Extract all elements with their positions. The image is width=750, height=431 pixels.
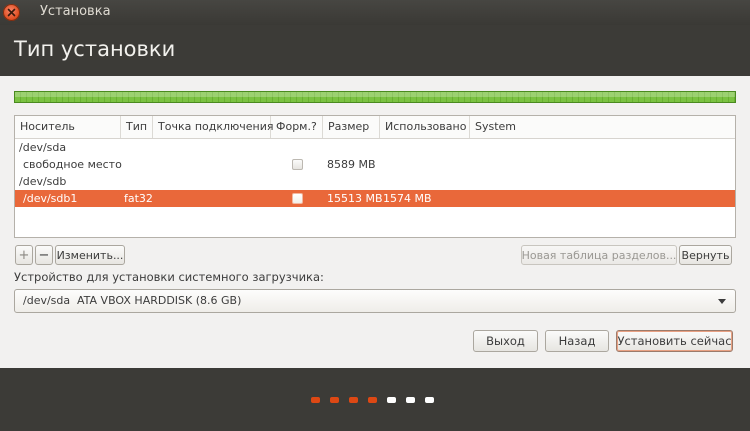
step-dot-pending [425,397,434,403]
bootloader-device-description: ATA VBOX HARDDISK (8.6 GB) [77,294,242,307]
step-dot-completed [330,397,339,403]
step-dot-pending [406,397,415,403]
window-titlebar: Установка [0,0,750,25]
step-dot-pending [387,397,396,403]
table-row[interactable]: свободное место 8589 MB [15,156,735,173]
row-device: /dev/sda [19,141,67,154]
back-button[interactable]: Назад [545,330,609,352]
step-dot-completed [349,397,358,403]
page-header: Тип установки [0,25,750,76]
main-content: Носитель Тип Точка подключения Форм.? Ра… [0,76,750,368]
row-device: /dev/sdb [19,175,67,188]
bootloader-label: Устройство для установки системного загр… [14,270,324,284]
row-used: 1574 MB [383,192,432,205]
column-header-mount[interactable]: Точка подключения [153,116,274,138]
remove-partition-button[interactable]: − [35,245,53,265]
change-partition-button[interactable]: Изменить... [55,245,125,265]
add-partition-button[interactable]: + [15,245,33,265]
row-size: 8589 MB [327,158,376,171]
row-size: 15513 MB [327,192,383,205]
column-header-used[interactable]: Использовано [380,116,470,138]
revert-button[interactable]: Вернуть [679,245,732,265]
chevron-down-icon [718,299,726,304]
window-title: Установка [40,4,111,19]
progress-bar [14,91,736,103]
bootloader-device-select[interactable]: /dev/sda ATA VBOX HARDDISK (8.6 GB) [14,289,736,313]
column-header-type[interactable]: Тип [121,116,153,138]
table-row[interactable]: /dev/sda [15,139,735,156]
page-title: Тип установки [14,37,176,61]
format-checkbox[interactable] [292,159,303,170]
table-row-selected[interactable]: /dev/sdb1 fat32 15513 MB 1574 MB [15,190,735,207]
step-dot-completed [368,397,377,403]
step-dot-completed [311,397,320,403]
column-header-format[interactable]: Форм.? [271,116,323,138]
quit-button[interactable]: Выход [473,330,538,352]
table-header: Носитель Тип Точка подключения Форм.? Ра… [15,116,735,139]
step-indicator [311,397,444,403]
bootloader-device: /dev/sda [23,294,71,307]
partition-table: Носитель Тип Точка подключения Форм.? Ра… [14,115,736,238]
close-icon[interactable] [3,4,20,21]
format-checkbox[interactable] [292,193,303,204]
new-partition-table-button[interactable]: Новая таблица разделов... [521,245,677,265]
column-header-size[interactable]: Размер [323,116,380,138]
install-now-button[interactable]: Установить сейчас [616,330,733,352]
table-row[interactable]: /dev/sdb [15,173,735,190]
row-device: /dev/sdb1 [23,192,78,205]
column-header-device[interactable]: Носитель [15,116,121,138]
row-type: fat32 [124,192,153,205]
row-device: свободное место [23,158,122,171]
column-header-system[interactable]: System [470,116,735,138]
footer [0,368,750,431]
